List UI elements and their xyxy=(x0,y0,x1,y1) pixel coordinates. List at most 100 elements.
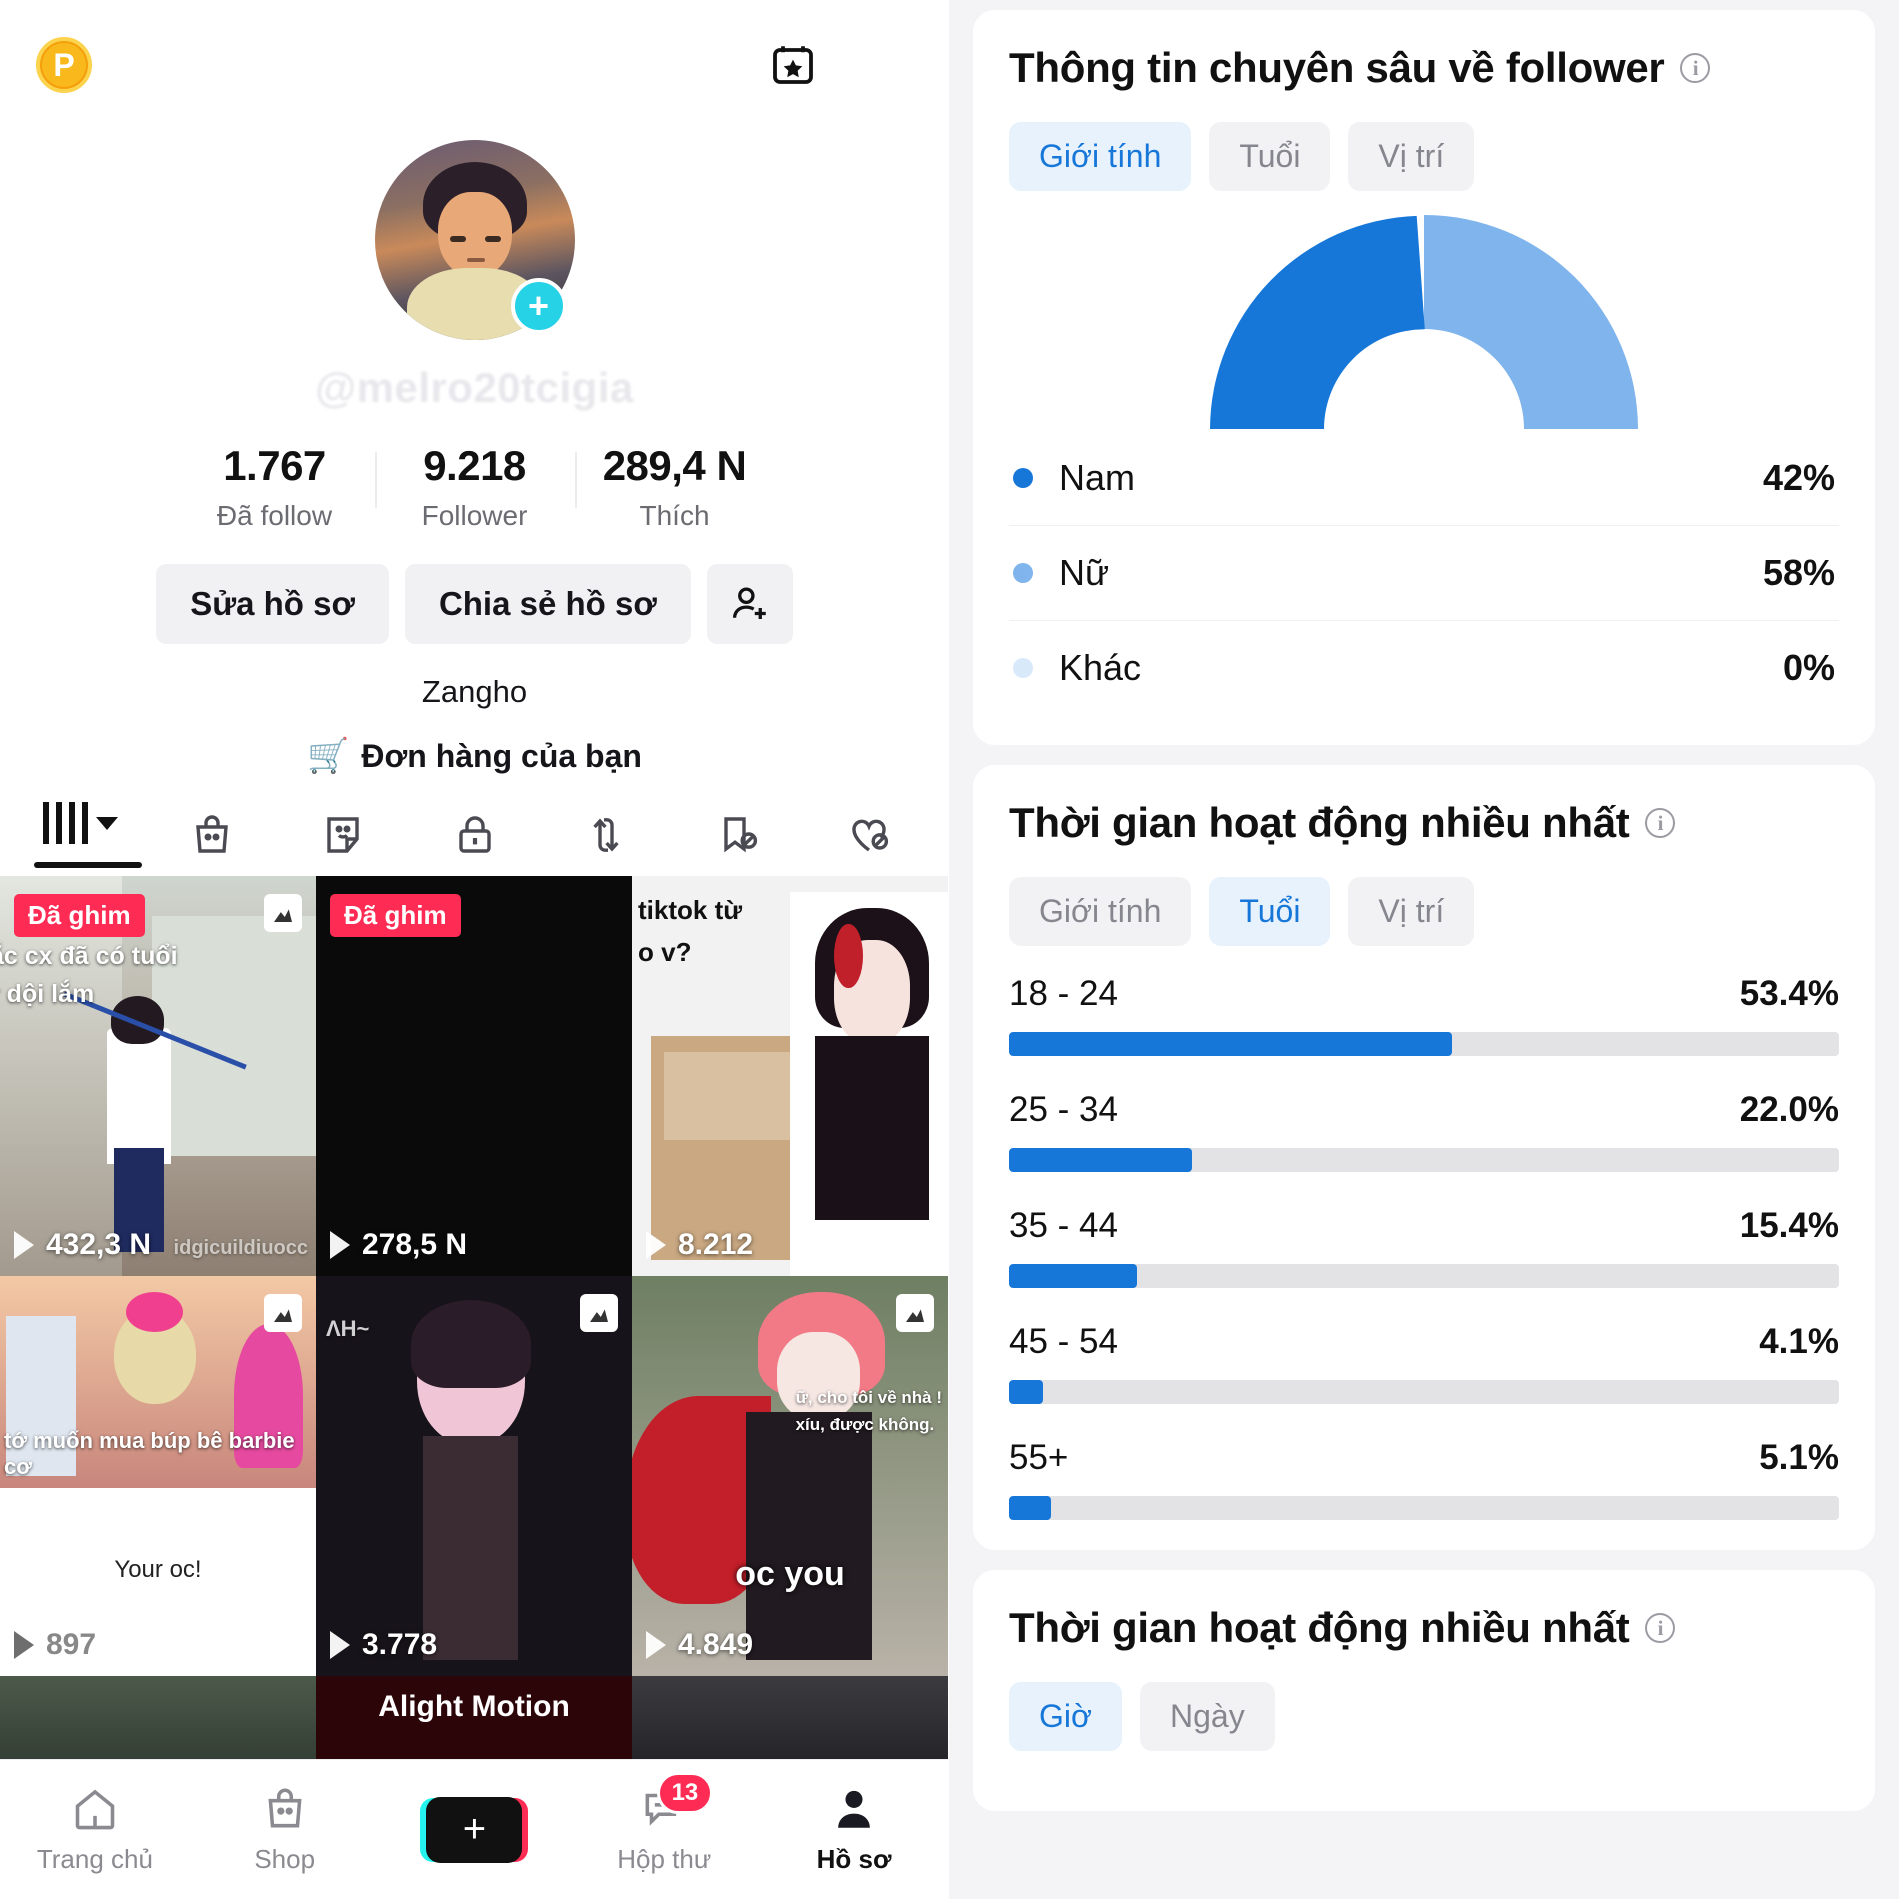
video-caption: Alight Motion xyxy=(378,1690,570,1723)
info-circle-icon[interactable]: i xyxy=(1645,808,1676,838)
nav-label: Hồ sơ xyxy=(816,1844,892,1874)
nav-item-inbox[interactable]: 13 Hộp thư xyxy=(589,1772,739,1875)
video-subcaption: Your oc! xyxy=(114,1556,202,1583)
card-title: Thông tin chuyên sâu về follower i xyxy=(1009,44,1839,92)
info-circle-icon[interactable]: i xyxy=(1680,53,1711,83)
your-orders-link[interactable]: 🛒 Đơn hàng của bạn xyxy=(0,736,949,776)
grid-videos-icon xyxy=(42,802,118,844)
hamburger-menu-icon[interactable] xyxy=(867,39,913,91)
bar-fill xyxy=(1009,1148,1192,1172)
nav-item-shop[interactable]: Shop xyxy=(210,1784,360,1875)
stat-label: Follower xyxy=(421,500,528,531)
bar-track xyxy=(1009,1380,1839,1404)
tab-gender[interactable]: Giới tính xyxy=(1009,122,1192,191)
tab-age[interactable]: Tuổi xyxy=(1209,877,1331,946)
video-tile[interactable]: tớ muốn mua búp bê barbie cơ Your oc! 89… xyxy=(0,1276,316,1676)
play-icon xyxy=(330,1631,350,1659)
sidebar-item-stickers[interactable] xyxy=(297,811,389,859)
bar-track xyxy=(1009,1032,1839,1056)
edit-profile-button[interactable]: Sửa hồ sơ xyxy=(156,564,389,644)
home-icon xyxy=(75,1789,115,1830)
app-screen: P + @melro20tcigia 1.767 Đã follow 9.218… xyxy=(0,0,1899,1899)
video-caption: tớ muốn mua búp bê barbie cơ xyxy=(4,1428,295,1479)
sidebar-item-videos[interactable] xyxy=(34,802,142,868)
legend-label: Khác xyxy=(1059,647,1142,688)
video-grid: Đã ghim ắc cx đã có tuổi r dội lắm idgicu… xyxy=(0,876,949,1796)
card-title: Thời gian hoạt động nhiều nhất i xyxy=(1009,1604,1839,1652)
points-coin-icon[interactable]: P xyxy=(36,37,92,93)
video-subcaption: oc you xyxy=(735,1555,845,1593)
profile-stats: 1.767 Đã follow 9.218 Follower 289,4 N T… xyxy=(0,442,949,532)
nav-label: Shop xyxy=(254,1844,316,1874)
video-play-count: 432,3 N xyxy=(14,1228,151,1262)
play-icon xyxy=(14,1231,34,1259)
inbox-badge-count: 13 xyxy=(656,1772,714,1814)
bar-row: 45 - 54 4.1% xyxy=(1009,1322,1839,1404)
add-person-icon[interactable] xyxy=(706,564,793,644)
sidebar-item-reposts[interactable] xyxy=(560,811,652,859)
tab-gender[interactable]: Giới tính xyxy=(1009,877,1192,946)
most-active-time-card: Thời gian hoạt động nhiều nhất i Giờ Ngà… xyxy=(973,1570,1875,1811)
video-watermark: idgicuildiuocc xyxy=(173,1237,308,1259)
tab-location[interactable]: Vị trí xyxy=(1348,877,1475,946)
share-profile-button[interactable]: Chia sẻ hồ sơ xyxy=(404,564,691,644)
pinned-badge: Đã ghim xyxy=(330,894,461,937)
tab-hour[interactable]: Giờ xyxy=(1009,1682,1122,1751)
play-icon xyxy=(646,1231,666,1259)
sidebar-item-private[interactable] xyxy=(429,811,521,859)
stat-value: 1.767 xyxy=(223,442,326,489)
video-play-count: 8.212 xyxy=(646,1228,753,1262)
sidebar-item-liked-hidden[interactable] xyxy=(823,811,915,859)
video-tile[interactable]: tiktok từ o v? 8.212 xyxy=(632,876,948,1276)
video-tile[interactable]: ΛH~ 3.778 xyxy=(316,1276,632,1676)
age-bar-chart: 18 - 24 53.4% 25 - 34 22.0% 35 - 44 15.4… xyxy=(1009,974,1839,1520)
calendar-star-icon[interactable] xyxy=(767,39,819,91)
legend-label: Nữ xyxy=(1059,552,1110,593)
stat-following[interactable]: 1.767 Đã follow xyxy=(175,442,375,532)
chevron-down-icon xyxy=(95,816,118,830)
time-segmented-control: Giờ Ngày xyxy=(1009,1682,1839,1751)
tab-location[interactable]: Vị trí xyxy=(1348,122,1475,191)
multi-photo-icon xyxy=(896,1294,934,1332)
video-play-count: 278,5 N xyxy=(330,1228,467,1262)
sidebar-item-saved-hidden[interactable] xyxy=(692,811,784,859)
legend-dot-other xyxy=(1013,658,1033,678)
legend-dot-male xyxy=(1013,468,1033,488)
video-tile[interactable]: Đã ghim 278,5 N xyxy=(316,876,632,1276)
legend-value: 58% xyxy=(1762,552,1835,593)
video-play-count: 3.778 xyxy=(330,1628,437,1662)
nav-item-create[interactable]: + xyxy=(399,1796,549,1863)
follower-insights-card: Thông tin chuyên sâu về follower i Giới … xyxy=(973,10,1875,745)
legend-value: 0% xyxy=(1782,647,1835,688)
sidebar-item-shop[interactable] xyxy=(166,811,258,859)
multi-photo-icon xyxy=(264,894,302,932)
add-avatar-plus-icon[interactable]: + xyxy=(510,278,567,334)
video-caption: tiktok từ o v? xyxy=(638,895,743,967)
bar-track xyxy=(1009,1148,1839,1172)
gender-legend: Nam 42% Nữ 58% Khác 0% xyxy=(1009,431,1839,715)
info-circle-icon[interactable]: i xyxy=(1645,1613,1676,1643)
profile-username: Zangho xyxy=(421,674,528,709)
bar-label: 55+ xyxy=(1009,1438,1069,1477)
tab-age[interactable]: Tuổi xyxy=(1209,122,1331,191)
stat-likes[interactable]: 289,4 N Thích xyxy=(574,442,775,532)
bar-label: 45 - 54 xyxy=(1009,1322,1118,1361)
stat-followers[interactable]: 9.218 Follower xyxy=(374,442,575,532)
gender-gauge-svg xyxy=(1210,215,1638,429)
avatar[interactable]: + xyxy=(374,140,575,340)
profile-actions: Sửa hồ sơ Chia sẻ hồ sơ xyxy=(0,564,949,644)
profile-handle: @melro20tcigia xyxy=(315,364,634,411)
video-tile[interactable]: ữ, cho tôi về nhà ! xíu, được không. oc y… xyxy=(632,1276,948,1676)
video-tile[interactable]: Đã ghim ắc cx đã có tuổi r dội lắm idgicu… xyxy=(0,876,316,1276)
legend-item-male: Nam 42% xyxy=(1009,431,1839,526)
nav-item-home[interactable]: Trang chủ xyxy=(20,1784,170,1875)
video-caption: ΛH~ xyxy=(326,1316,370,1341)
nav-item-profile[interactable]: Hồ sơ xyxy=(779,1784,929,1875)
tab-day[interactable]: Ngày xyxy=(1139,1682,1275,1751)
profile-person-icon xyxy=(838,1790,870,1828)
bottom-navigation: Trang chủ Shop + 13 Hộp thư Hồ sơ xyxy=(0,1759,949,1899)
follower-insights-title: Thông tin chuyên sâu về follower xyxy=(1009,44,1665,91)
legend-item-female: Nữ 58% xyxy=(1009,526,1839,621)
bar-row: 18 - 24 53.4% xyxy=(1009,974,1839,1056)
create-plus-icon[interactable]: + xyxy=(426,1796,523,1863)
